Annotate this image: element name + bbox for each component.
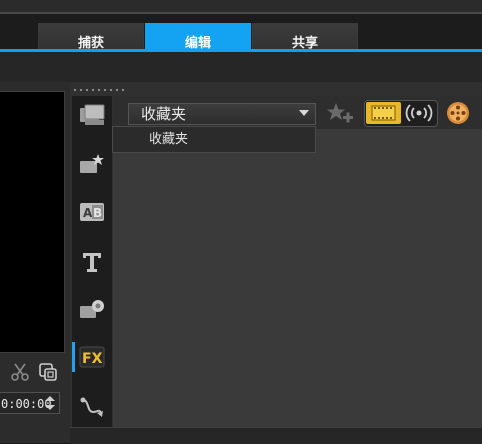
library-content-area[interactable] [113,129,482,427]
svg-text:FX: FX [82,351,103,367]
sidebar-item-transition[interactable] [72,147,112,181]
dropdown-option-favorites[interactable]: 收藏夹 [112,126,316,153]
gallery-dropdown[interactable]: 收藏夹 [128,103,316,125]
audio-wave-icon [405,104,433,122]
video-filter-button[interactable] [366,102,401,124]
library-bottom-bar [70,427,482,444]
panel-grip-handle[interactable] [74,88,132,92]
add-favorite-icon[interactable] [326,101,354,127]
transition-icon [80,154,104,173]
media-icon [80,104,105,125]
path-icon [80,397,103,417]
title-ab-icon: A B [80,203,104,221]
title-strip [0,0,482,14]
sidebar-item-media[interactable] [72,98,112,132]
audio-filter-button[interactable] [402,102,436,124]
library-reel-icon[interactable] [446,101,470,125]
chevron-down-icon[interactable] [299,110,309,116]
film-strip-icon [371,105,396,121]
text-t-icon [83,253,101,272]
preview-screen [0,91,65,353]
sidebar-item-graphic[interactable] [72,292,112,326]
timecode-spinner-icon[interactable] [43,394,57,412]
copy-icon[interactable] [38,362,58,382]
top-panel-band [0,52,482,83]
step-tab-bar: 捕获 编辑 共享 [0,14,482,63]
scissors-icon[interactable] [10,362,30,382]
sidebar-item-filter[interactable]: FX [72,340,112,374]
svg-text:A: A [83,206,93,220]
sidebar-item-text[interactable] [72,245,112,279]
svg-text:B: B [93,206,102,220]
sidebar-item-title[interactable]: A B [72,195,112,229]
graphic-icon [80,300,104,318]
fx-filter-icon: FX [79,346,105,368]
sidebar-item-path[interactable] [72,390,112,424]
